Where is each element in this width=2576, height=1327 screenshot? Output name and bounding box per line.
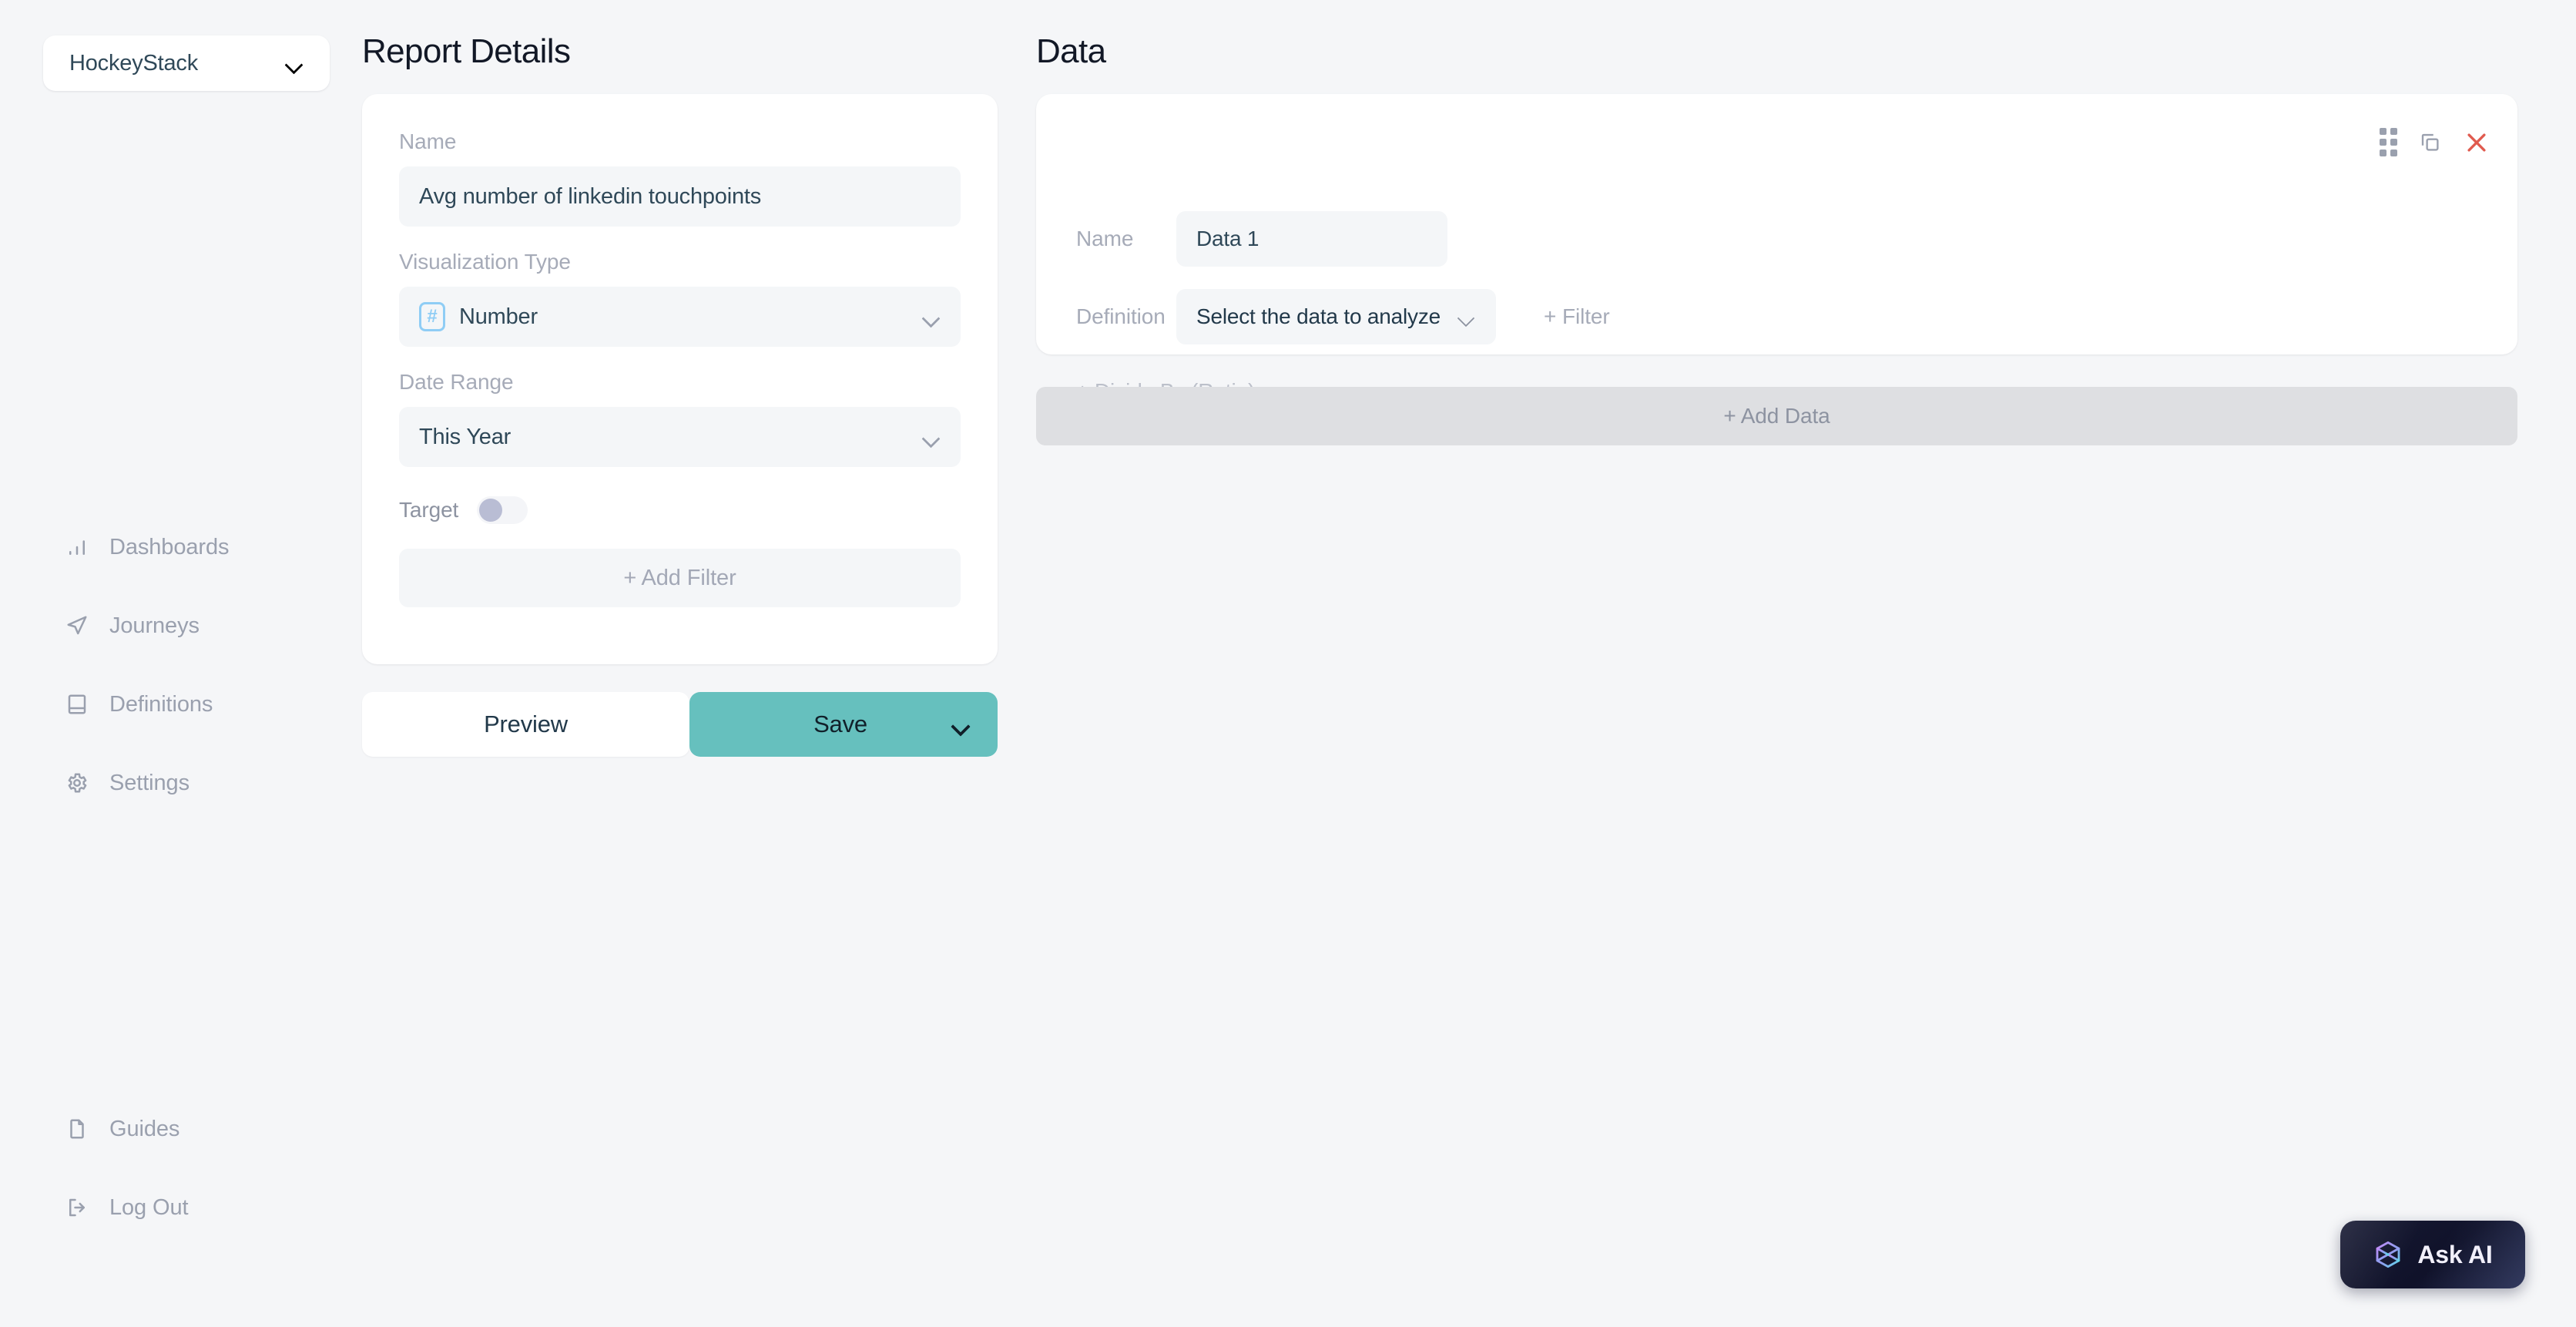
app-root: HockeyStack Dashboards Journeys Definiti…: [0, 0, 2576, 1327]
date-range-label: Date Range: [399, 370, 514, 394]
save-button[interactable]: Save: [689, 692, 998, 757]
chevron-down-icon: [285, 58, 304, 69]
sidebar-nav-main: Dashboards Journeys Definitions Settings: [0, 524, 362, 806]
add-data-button[interactable]: + Add Data: [1036, 387, 2517, 445]
date-range-value: This Year: [419, 424, 512, 449]
sidebar-item-label: Settings: [109, 770, 190, 795]
data-name-label: Name: [1076, 227, 1134, 250]
close-icon[interactable]: [2464, 129, 2490, 156]
data-definition-select[interactable]: Select the data to analyze: [1176, 289, 1497, 344]
preview-button[interactable]: Preview: [362, 692, 689, 757]
report-name-input[interactable]: Avg number of linkedin touchpoints: [399, 166, 961, 227]
drag-handle-icon[interactable]: [2380, 128, 2397, 156]
data-card-icon-row: [2380, 128, 2490, 156]
chevron-down-icon: [922, 432, 941, 442]
chevron-down-icon: [922, 311, 941, 322]
sidebar: HockeyStack Dashboards Journeys Definiti…: [0, 0, 362, 1327]
report-name-field-group: Name Avg number of linkedin touchpoints: [399, 129, 961, 227]
data-card: Name Data 1 Definition Select the data t…: [1036, 94, 2517, 403]
chevron-down-icon: [1457, 311, 1476, 322]
sidebar-item-label: Guides: [109, 1116, 180, 1141]
duplicate-icon[interactable]: [2419, 131, 2442, 154]
ask-ai-label: Ask AI: [2417, 1240, 2493, 1268]
hexagon-cube-icon: [2373, 1239, 2403, 1270]
data-definition-value: Select the data to analyze: [1196, 304, 1441, 328]
data-definition-label: Definition: [1076, 304, 1166, 328]
report-name-label: Name: [399, 129, 457, 153]
sidebar-item-journeys[interactable]: Journeys: [0, 603, 362, 649]
sidebar-item-guides[interactable]: Guides: [0, 1106, 362, 1152]
sidebar-item-label: Log Out: [109, 1194, 189, 1220]
sidebar-item-label: Definitions: [109, 691, 213, 717]
sidebar-item-logout[interactable]: Log Out: [0, 1184, 362, 1231]
save-button-label: Save: [813, 711, 867, 737]
sidebar-nav-bottom: Guides Log Out: [0, 1106, 362, 1231]
sidebar-item-settings[interactable]: Settings: [0, 760, 362, 806]
gear-icon: [65, 771, 89, 795]
ask-ai-button[interactable]: Ask AI: [2340, 1221, 2525, 1288]
target-label: Target: [399, 498, 459, 522]
add-filter-link[interactable]: + Filter: [1544, 304, 1610, 329]
visualization-type-select[interactable]: # Number: [399, 287, 961, 347]
report-action-row: Preview Save: [362, 692, 998, 757]
report-details-card: Name Avg number of linkedin touchpoints …: [362, 94, 998, 664]
logout-icon: [65, 1195, 89, 1220]
visualization-type-value: Number: [459, 304, 538, 329]
toggle-knob: [479, 499, 503, 522]
data-name-input[interactable]: Data 1: [1176, 211, 1447, 267]
data-name-row: Name Data 1: [1076, 211, 1447, 267]
visualization-type-label: Visualization Type: [399, 250, 571, 274]
org-switcher-label: HockeyStack: [69, 50, 199, 76]
report-details-title: Report Details: [362, 32, 571, 70]
navigation-arrow-icon: [65, 613, 89, 638]
bar-chart-icon: [65, 535, 89, 559]
data-panel-title: Data: [1036, 32, 1106, 70]
date-range-select[interactable]: This Year: [399, 407, 961, 467]
file-icon: [65, 1117, 89, 1141]
chevron-down-icon[interactable]: [951, 719, 970, 730]
sidebar-item-dashboards[interactable]: Dashboards: [0, 524, 362, 570]
target-toggle[interactable]: [477, 496, 528, 524]
hash-number-icon: #: [419, 302, 445, 331]
book-icon: [65, 692, 89, 717]
main-content: Report Details Name Avg number of linked…: [362, 0, 2576, 1327]
sidebar-item-label: Journeys: [109, 613, 200, 638]
sidebar-item-definitions[interactable]: Definitions: [0, 681, 362, 727]
org-switcher[interactable]: HockeyStack: [43, 35, 330, 91]
date-range-field-group: Date Range This Year: [399, 370, 961, 467]
sidebar-item-label: Dashboards: [109, 534, 230, 559]
visualization-type-field-group: Visualization Type # Number: [399, 250, 961, 347]
data-definition-row: Definition Select the data to analyze + …: [1076, 289, 1610, 344]
add-filter-button[interactable]: + Add Filter: [399, 549, 961, 607]
target-row: Target: [399, 496, 961, 524]
